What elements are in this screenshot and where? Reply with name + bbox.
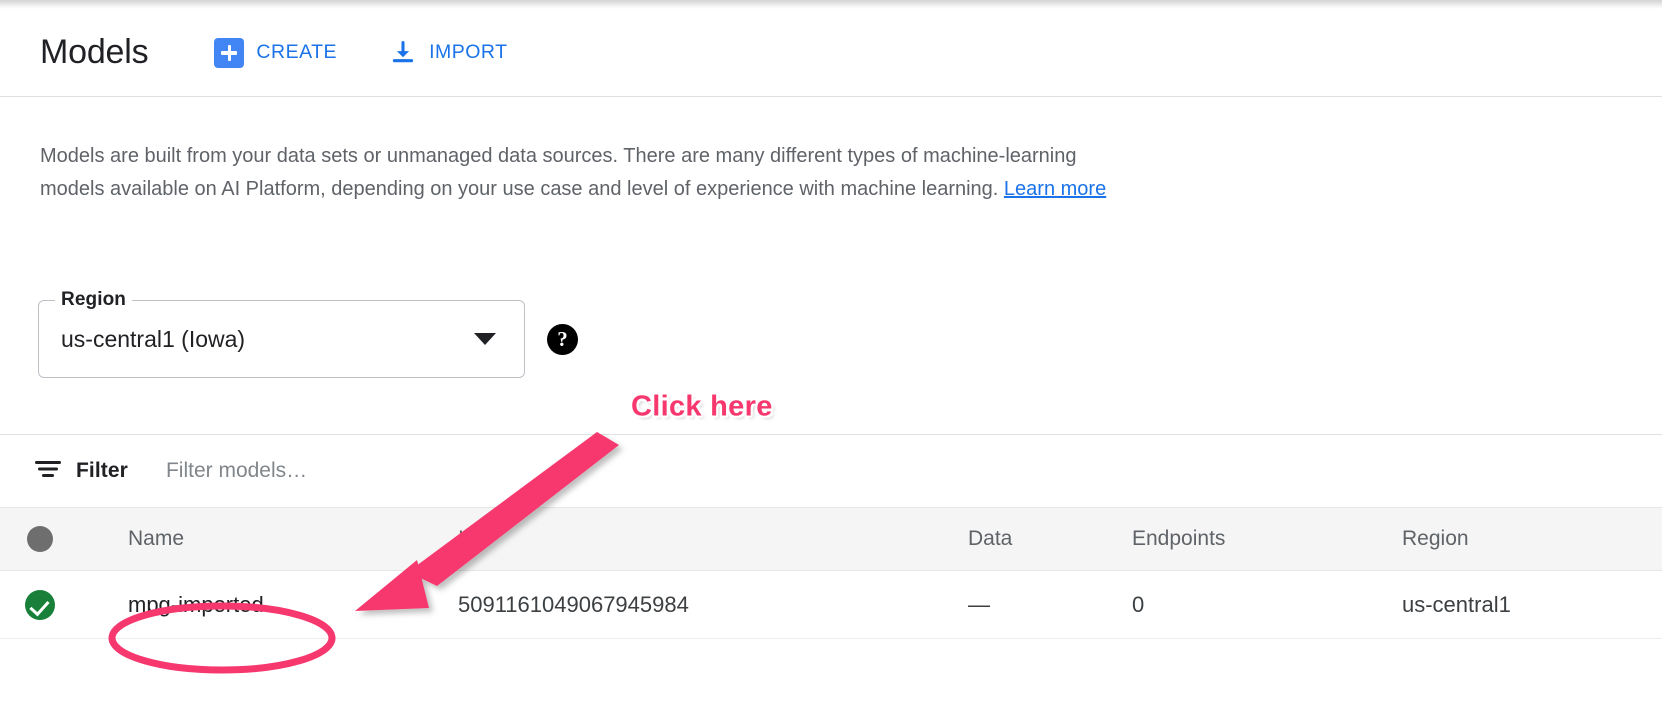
page-header: Models CREATE IMPORT xyxy=(0,9,1662,97)
cell-model-id: 5091161049067945984 xyxy=(430,592,950,618)
create-button[interactable]: CREATE xyxy=(212,34,339,72)
column-header-region[interactable]: Region xyxy=(1390,527,1660,551)
row-status-cell xyxy=(0,590,80,620)
filter-icon[interactable] xyxy=(34,459,62,484)
column-header-endpoints[interactable]: Endpoints xyxy=(1120,527,1390,551)
cell-data: — xyxy=(950,592,1120,618)
page-description: Models are built from your data sets or … xyxy=(40,140,1140,206)
filter-label: Filter xyxy=(76,459,128,483)
import-button[interactable]: IMPORT xyxy=(387,35,509,71)
filter-input[interactable] xyxy=(164,458,724,484)
cell-region: us-central1 xyxy=(1390,592,1660,618)
table-header-row: Name ID Data Endpoints Region xyxy=(0,507,1662,571)
select-all-dot-icon[interactable] xyxy=(27,526,53,552)
page-title: Models xyxy=(40,35,148,71)
cell-endpoints: 0 xyxy=(1120,592,1390,618)
help-icon[interactable]: ? xyxy=(547,324,578,355)
header-action-bar: CREATE IMPORT xyxy=(212,34,509,72)
plus-square-icon xyxy=(214,38,244,68)
filter-bar: Filter xyxy=(0,435,1662,507)
column-header-id[interactable]: ID xyxy=(430,527,950,551)
column-header-data[interactable]: Data xyxy=(950,527,1120,551)
top-shadow-gradient xyxy=(0,0,1662,9)
click-here-label: Click here xyxy=(631,391,773,424)
cell-model-name[interactable]: mpg-imported xyxy=(80,592,430,618)
chevron-down-icon xyxy=(474,333,496,345)
region-selector-group: Region us-central1 (Iowa) ? xyxy=(38,300,578,378)
region-select-legend: Region xyxy=(55,289,132,311)
page-description-text: Models are built from your data sets or … xyxy=(40,145,1076,200)
create-button-label: CREATE xyxy=(256,41,337,64)
learn-more-link[interactable]: Learn more xyxy=(1004,178,1106,200)
select-all-cell[interactable] xyxy=(0,526,80,552)
region-select[interactable]: Region us-central1 (Iowa) xyxy=(38,300,525,378)
region-select-value: us-central1 (Iowa) xyxy=(61,326,474,353)
column-header-name[interactable]: Name xyxy=(80,527,430,551)
table-row[interactable]: mpg-imported 5091161049067945984 — 0 us-… xyxy=(0,571,1662,639)
download-icon xyxy=(389,39,417,67)
models-table: Name ID Data Endpoints Region mpg-import… xyxy=(0,507,1662,639)
check-circle-icon xyxy=(25,590,55,620)
import-button-label: IMPORT xyxy=(429,41,507,64)
